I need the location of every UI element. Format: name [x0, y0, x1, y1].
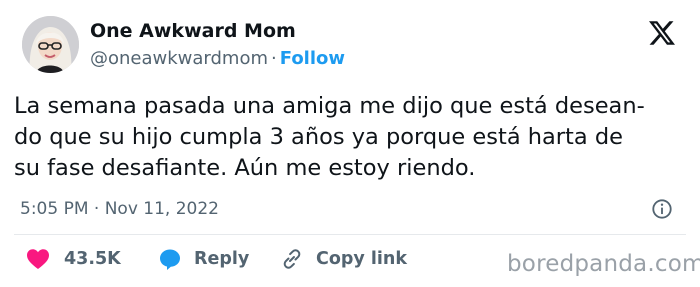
x-logo-icon[interactable] — [648, 20, 676, 46]
reply-bubble-icon — [160, 249, 180, 270]
reply-label: Reply — [194, 249, 250, 269]
tweet-text-line: do que su hijo cumpla 3 años ya porque e… — [14, 124, 623, 150]
divider — [14, 234, 686, 235]
info-icon[interactable] — [651, 198, 673, 220]
watermark: boredpanda.com — [507, 251, 700, 277]
separator-dot: · — [271, 48, 277, 69]
author-handle-row: @oneawkwardmom · Follow — [90, 48, 345, 69]
author-handle[interactable]: @oneawkwardmom — [90, 48, 268, 69]
avatar[interactable] — [22, 16, 79, 73]
tweet-text-line: La semana pasada una amiga me dijo que e… — [14, 93, 645, 119]
reply-button[interactable]: Reply — [158, 244, 249, 274]
link-icon — [283, 249, 301, 269]
avatar-image — [22, 16, 79, 73]
follow-button[interactable]: Follow — [280, 48, 345, 69]
author-display-name[interactable]: One Awkward Mom — [90, 20, 296, 42]
like-button[interactable]: 43.5K — [26, 244, 121, 274]
copy-link-button[interactable]: Copy link — [280, 244, 407, 274]
heart-icon — [27, 249, 49, 269]
tweet-text-line: su fase desafiante. Aún me estoy riendo. — [14, 155, 476, 181]
like-count: 43.5K — [64, 249, 121, 269]
tweet-text: La semana pasada una amiga me dijo que e… — [14, 91, 694, 184]
copy-link-label: Copy link — [316, 249, 407, 269]
tweet-timestamp[interactable]: 5:05 PM · Nov 11, 2022 — [20, 199, 219, 219]
